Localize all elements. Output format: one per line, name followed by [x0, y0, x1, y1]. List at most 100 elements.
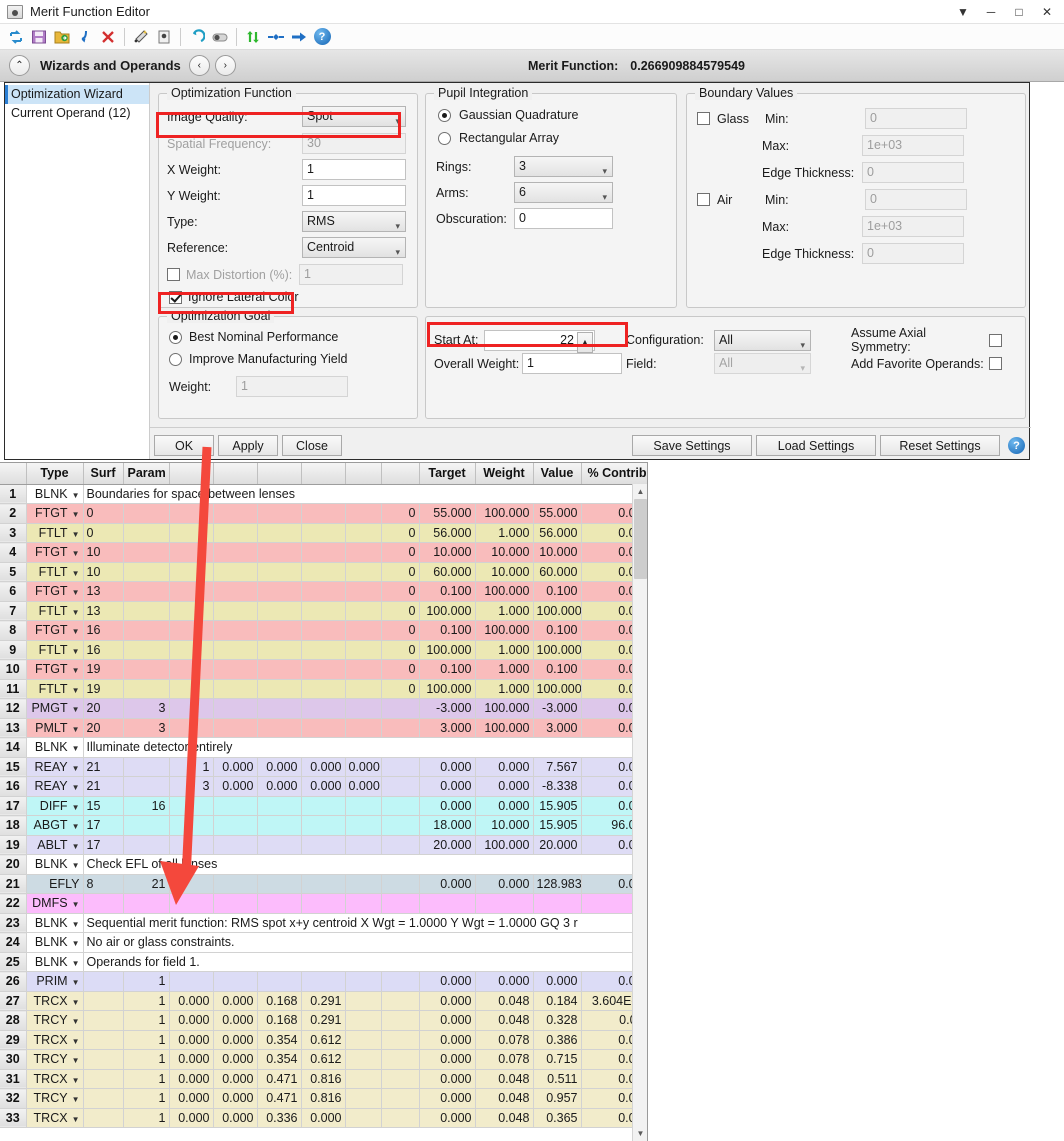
table-row[interactable]: 4FTGT▼10010.00010.00010.0000.000 — [0, 542, 647, 563]
col-extra-2[interactable] — [213, 463, 258, 485]
row-number[interactable]: 17 — [0, 796, 27, 816]
data-cell-6[interactable] — [257, 718, 302, 738]
param-cell[interactable]: 1 — [123, 1088, 170, 1109]
gaussian-quadrature-radio[interactable] — [438, 108, 451, 122]
data-cell-9[interactable]: 0 — [381, 542, 420, 563]
refresh-icon[interactable] — [5, 26, 27, 48]
param-cell[interactable] — [123, 542, 170, 563]
air-row[interactable]: Air Min: 0 — [697, 189, 967, 210]
row-number[interactable]: 18 — [0, 815, 27, 836]
data-cell-7[interactable] — [301, 659, 346, 680]
operand-type-cell[interactable]: TRCX ▼ — [26, 1069, 84, 1089]
data-cell-9[interactable] — [381, 718, 420, 738]
col-rownum[interactable] — [0, 463, 27, 485]
type-dropdown-icon[interactable]: ▼ — [72, 803, 80, 812]
target-cell[interactable]: 0.000 — [419, 1069, 476, 1089]
data-cell-6[interactable] — [257, 503, 302, 524]
data-cell-4[interactable] — [169, 698, 214, 719]
go-icon[interactable] — [288, 26, 310, 48]
data-cell-6[interactable]: 0.471 — [257, 1069, 302, 1089]
comment-cell[interactable]: Sequential merit function: RMS spot x+y … — [83, 913, 647, 933]
target-cell[interactable]: 20.000 — [419, 835, 476, 855]
collapse-icon[interactable] — [265, 26, 287, 48]
type-dropdown-icon[interactable]: ▼ — [72, 783, 80, 792]
target-cell[interactable]: 0.100 — [419, 581, 476, 602]
data-cell-4[interactable]: 0.000 — [169, 1108, 214, 1128]
table-row[interactable]: 19ABLT▼1720.000100.00020.0000.000 — [0, 835, 647, 855]
param-cell[interactable]: 1 — [123, 971, 170, 992]
data-cell-7[interactable] — [301, 562, 346, 582]
col-extra-6[interactable] — [381, 463, 420, 485]
weight-cell[interactable]: 0.000 — [475, 776, 534, 797]
data-cell-9[interactable] — [381, 1069, 420, 1089]
data-cell-4[interactable] — [169, 835, 214, 855]
param-cell[interactable] — [123, 562, 170, 582]
data-cell-5[interactable] — [213, 542, 258, 563]
weight-cell[interactable]: 0.078 — [475, 1030, 534, 1050]
close-icon[interactable]: ✕ — [1034, 1, 1060, 23]
data-cell-9[interactable] — [381, 757, 420, 777]
rings-select[interactable]: 3 ▾ — [514, 156, 613, 177]
air-checkbox[interactable] — [697, 193, 710, 206]
data-cell-6[interactable] — [257, 562, 302, 582]
value-cell[interactable]: 0.957 — [533, 1088, 582, 1109]
overall-weight-input[interactable]: 1 — [522, 353, 622, 374]
data-cell-8[interactable] — [345, 874, 382, 894]
table-row[interactable]: 12PMGT▼203-3.000100.000-3.0000.000 — [0, 698, 647, 719]
weight-cell[interactable]: 0.048 — [475, 1088, 534, 1109]
param-cell[interactable] — [123, 776, 170, 797]
surf-cell[interactable]: 17 — [83, 835, 124, 855]
value-cell[interactable]: 3.000 — [533, 718, 582, 738]
surf-cell[interactable] — [83, 1108, 124, 1128]
row-number[interactable]: 31 — [0, 1069, 27, 1089]
operand-type-cell[interactable]: FTGT ▼ — [26, 542, 84, 563]
data-cell-4[interactable] — [169, 874, 214, 894]
type-dropdown-icon[interactable]: ▼ — [72, 705, 80, 714]
data-cell-9[interactable] — [381, 874, 420, 894]
value-cell[interactable]: 100.000 — [533, 601, 582, 621]
goal-weight-input[interactable]: 1 — [236, 376, 348, 397]
surf-cell[interactable]: 19 — [83, 659, 124, 680]
data-cell-8[interactable] — [345, 523, 382, 543]
ok-button[interactable]: OK — [154, 435, 214, 456]
operand-type-cell[interactable]: PRIM ▼ — [26, 971, 84, 992]
surf-cell[interactable]: 16 — [83, 640, 124, 660]
help-circle[interactable]: ? — [313, 28, 331, 45]
y-weight-input[interactable]: 1 — [302, 185, 406, 206]
target-cell[interactable]: 0.100 — [419, 620, 476, 641]
data-cell-5[interactable] — [213, 503, 258, 524]
param-cell[interactable]: 3 — [123, 718, 170, 738]
add-favorite-operands-checkbox[interactable] — [989, 357, 1002, 370]
data-cell-9[interactable]: 0 — [381, 659, 420, 680]
data-cell-5[interactable]: 0.000 — [213, 1049, 258, 1070]
data-cell-7[interactable]: 0.816 — [301, 1069, 346, 1089]
data-cell-4[interactable] — [169, 542, 214, 563]
param-cell[interactable] — [123, 757, 170, 777]
data-cell-5[interactable] — [213, 971, 258, 992]
data-cell-5[interactable] — [213, 679, 258, 699]
param-cell[interactable]: 1 — [123, 1069, 170, 1089]
weight-cell[interactable]: 0.000 — [475, 874, 534, 894]
row-number[interactable]: 24 — [0, 932, 27, 953]
data-cell-9[interactable] — [381, 893, 420, 914]
table-row[interactable]: 31 TRCX ▼ 1 0.000 0.000 0.471 0.816 0.000 0.048 0.… — [0, 1069, 647, 1089]
value-cell[interactable]: 20.000 — [533, 835, 582, 855]
reset-settings-button[interactable]: Reset Settings — [880, 435, 1000, 456]
row-number[interactable]: 27 — [0, 991, 27, 1011]
data-cell-5[interactable]: 0.000 — [213, 1088, 258, 1109]
table-row[interactable]: 18 ABGT ▼ 17 18.000 10.000 15.905 96.062 — [0, 815, 647, 836]
value-cell[interactable]: 0.386 — [533, 1030, 582, 1050]
surf-cell[interactable] — [83, 1069, 124, 1089]
best-nominal-radio[interactable] — [169, 330, 182, 344]
wizard-icon[interactable] — [130, 26, 152, 48]
delete-icon[interactable] — [97, 26, 119, 48]
target-cell[interactable]: 3.000 — [419, 718, 476, 738]
operand-type-cell[interactable]: TRCX ▼ — [26, 1108, 84, 1128]
table-row[interactable]: 26PRIM▼10.0000.0000.0000.000 — [0, 971, 647, 992]
operand-type-cell[interactable]: FTGT ▼ — [26, 659, 84, 680]
data-cell-7[interactable] — [301, 874, 346, 894]
data-cell-7[interactable] — [301, 620, 346, 641]
value-cell[interactable]: 0.100 — [533, 659, 582, 680]
surf-cell[interactable]: 21 — [83, 776, 124, 797]
row-number[interactable]: 33 — [0, 1108, 27, 1128]
